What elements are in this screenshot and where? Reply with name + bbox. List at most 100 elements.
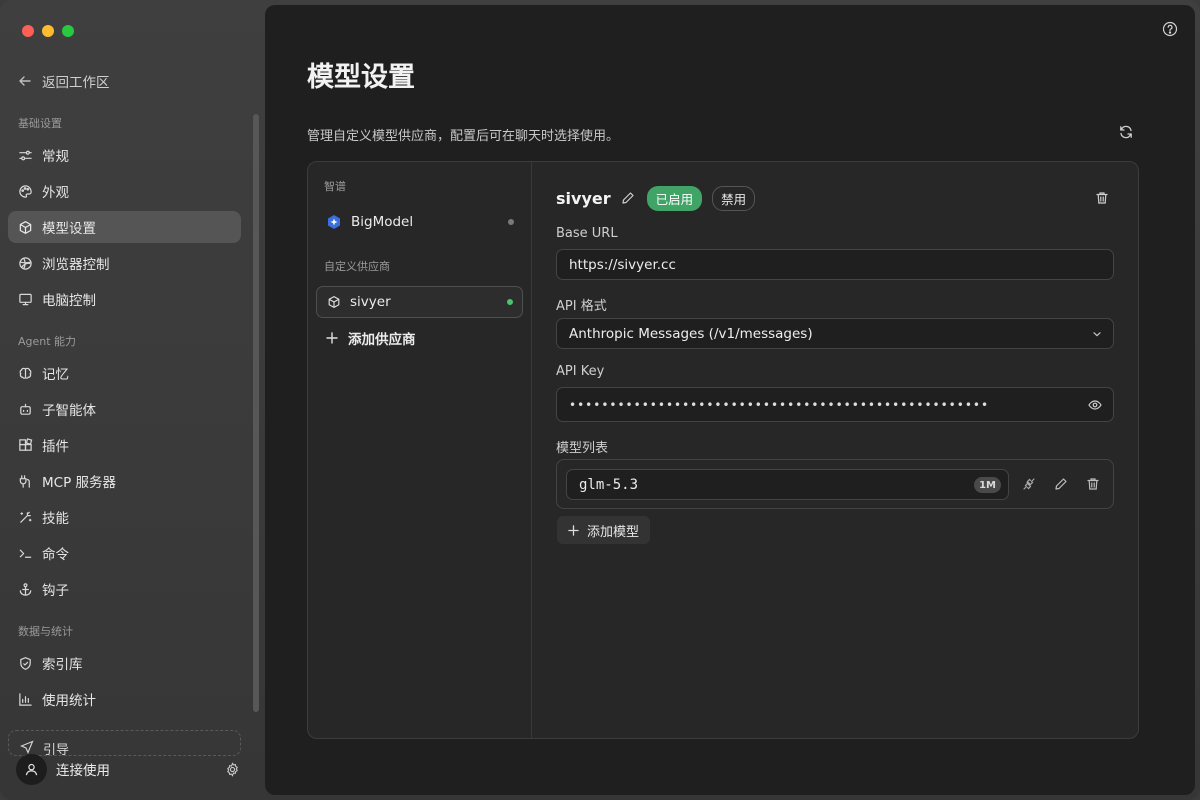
sidebar-item-label: 常规 <box>42 149 69 165</box>
trash-icon[interactable] <box>1086 477 1100 491</box>
refresh-icon[interactable] <box>1118 124 1134 140</box>
sidebar-item-appearance[interactable]: 外观 <box>8 175 241 207</box>
status-dot-active <box>507 299 513 305</box>
terminal-icon <box>19 549 32 558</box>
sidebar-item-subagents[interactable]: 子智能体 <box>8 393 241 425</box>
test-connection-icon[interactable] <box>1022 477 1036 491</box>
model-name-input[interactable]: glm-5.3 1M <box>566 469 1009 500</box>
provider-group-builtin-label: 智谱 <box>324 180 346 193</box>
provider-title: sivyer <box>556 188 611 208</box>
sidebar-item-plugins[interactable]: 插件 <box>8 429 241 461</box>
provider-name: sivyer <box>350 294 391 310</box>
provider-name: BigModel <box>351 214 414 230</box>
api-key-label: API Key <box>556 364 605 379</box>
user-icon <box>25 763 38 775</box>
sidebar-item-label: 电脑控制 <box>42 293 96 309</box>
trash-icon[interactable] <box>1095 191 1109 205</box>
sidebar-item-label: 外观 <box>42 185 69 201</box>
sidebar-item-browser[interactable]: 浏览器控制 <box>8 247 241 279</box>
sidebar-item-skills[interactable]: 技能 <box>8 501 241 533</box>
plus-icon <box>326 332 338 344</box>
chevron-down-icon <box>1093 332 1101 337</box>
sidebar-scrollbar[interactable] <box>253 114 259 712</box>
pencil-icon[interactable] <box>621 191 635 205</box>
magic-wand-icon <box>20 511 32 523</box>
base-url-value: https://sivyer.cc <box>569 256 676 273</box>
provider-group-custom-label: 自定义供应商 <box>324 260 390 273</box>
sidebar-item-label: 钩子 <box>42 583 69 599</box>
eye-icon[interactable] <box>1088 398 1102 412</box>
sidebar-item-hooks[interactable]: 钩子 <box>8 573 241 605</box>
sidebar-item-computer[interactable]: 电脑控制 <box>8 283 241 315</box>
section-data-label: 数据与统计 <box>18 625 73 638</box>
add-provider-label: 添加供应商 <box>348 332 416 348</box>
add-model-label: 添加模型 <box>587 524 640 540</box>
bar-chart-icon <box>19 692 32 706</box>
globe-icon <box>19 256 32 270</box>
page-description: 管理自定义模型供应商，配置后可在聊天时选择使用。 <box>307 129 620 144</box>
provider-list: 智谱 BigModel 自定义供应商 sivyer 添加供应商 <box>308 162 532 738</box>
provider-settings-card: 智谱 BigModel 自定义供应商 sivyer 添加供应商 sivyer 已… <box>307 161 1139 739</box>
sidebar-item-label: MCP 服务器 <box>42 475 117 491</box>
app-window: 返回工作区 基础设置 常规 外观 模型设置 浏览器控制 电脑控制 Agent 能… <box>0 0 1200 800</box>
palette-icon <box>19 184 32 198</box>
enabled-badge[interactable]: 已启用 <box>646 185 703 211</box>
account-row[interactable]: 连接使用 <box>16 752 246 786</box>
add-provider-button[interactable]: 添加供应商 <box>326 328 416 348</box>
sidebar-item-label: 模型设置 <box>42 221 96 237</box>
plug-icon <box>19 474 30 488</box>
pencil-icon[interactable] <box>1054 477 1068 491</box>
monitor-icon <box>19 293 32 305</box>
models-list: glm-5.3 1M <box>556 459 1114 509</box>
arrow-left-icon <box>19 76 31 86</box>
sidebar-item-commands[interactable]: 命令 <box>8 537 241 569</box>
api-key-value: ••••••••••••••••••••••••••••••••••••••••… <box>569 397 990 412</box>
avatar[interactable] <box>16 753 47 785</box>
sidebar-item-usage[interactable]: 使用统计 <box>8 683 241 715</box>
sidebar-item-label: 使用统计 <box>42 693 96 709</box>
bot-icon <box>20 403 31 415</box>
sidebar-item-index[interactable]: 索引库 <box>8 647 241 679</box>
main-panel: 模型设置 管理自定义模型供应商，配置后可在聊天时选择使用。 智谱 BigMode… <box>265 5 1195 795</box>
status-dot-inactive <box>508 219 514 225</box>
disable-button[interactable]: 禁用 <box>712 185 756 211</box>
api-format-label: API 格式 <box>556 299 607 314</box>
help-icon[interactable] <box>1162 21 1178 37</box>
sidebar-item-general[interactable]: 常规 <box>8 139 241 171</box>
brain-icon <box>19 367 32 379</box>
base-url-input[interactable]: https://sivyer.cc <box>556 249 1114 280</box>
section-basic-label: 基础设置 <box>18 117 62 130</box>
provider-item-bigmodel[interactable]: BigModel <box>316 206 523 238</box>
back-to-workspace-link[interactable]: 返回工作区 <box>18 70 110 92</box>
api-key-input[interactable]: ••••••••••••••••••••••••••••••••••••••••… <box>556 387 1114 422</box>
api-format-select[interactable]: Anthropic Messages (/v1/messages) <box>556 318 1114 349</box>
page-title: 模型设置 <box>307 62 415 93</box>
sidebar-item-label: 命令 <box>42 547 69 563</box>
gear-icon[interactable] <box>225 761 240 777</box>
sliders-icon <box>19 150 32 160</box>
sidebar-item-models[interactable]: 模型设置 <box>8 211 241 243</box>
bigmodel-logo-icon <box>328 215 340 229</box>
api-format-value: Anthropic Messages (/v1/messages) <box>569 325 813 342</box>
section-agent-label: Agent 能力 <box>18 335 77 348</box>
account-label: 连接使用 <box>56 763 110 779</box>
blocks-icon <box>19 437 33 451</box>
cube-icon <box>328 296 340 308</box>
sidebar-item-mcp[interactable]: MCP 服务器 <box>8 465 241 497</box>
sidebar-item-label: 插件 <box>42 439 69 455</box>
sidebar-item-label: 索引库 <box>42 657 83 673</box>
models-list-label: 模型列表 <box>556 441 609 456</box>
sidebar-item-label: 记忆 <box>42 367 69 383</box>
add-model-button[interactable]: 添加模型 <box>557 516 651 544</box>
provider-item-sivyer[interactable]: sivyer <box>316 286 523 318</box>
provider-detail: sivyer 已启用 禁用 Base URL https://sivyer.cc… <box>532 162 1138 738</box>
shield-check-icon <box>20 656 31 670</box>
model-name: glm-5.3 <box>579 476 639 493</box>
plus-icon <box>568 524 579 536</box>
cube-icon <box>19 220 32 234</box>
sidebar-item-label: 技能 <box>42 511 69 527</box>
sidebar-item-label: 浏览器控制 <box>42 257 110 273</box>
base-url-label: Base URL <box>556 226 618 241</box>
anchor-icon <box>19 582 32 596</box>
sidebar-item-memory[interactable]: 记忆 <box>8 357 241 389</box>
